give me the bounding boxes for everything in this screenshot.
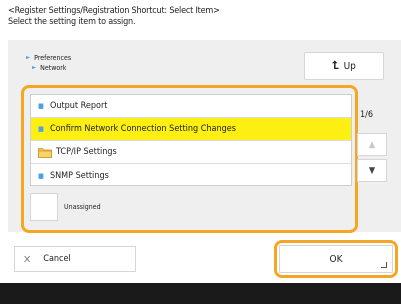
unassigned-option[interactable]: Unassigned [30,192,352,222]
breadcrumb-current-label: Network [40,64,67,72]
breadcrumb-current: ► Network [26,63,71,73]
triangle-up-icon: ▲ [368,139,376,150]
up-button[interactable]: ⮤ Up [304,52,384,80]
bottom-status-bar [0,283,401,304]
up-button-label: Up [343,60,356,72]
breadcrumb: ► Preferences ► Network [26,53,71,73]
screen-instruction: Select the setting item to assign. [8,17,136,27]
ok-button[interactable]: OK [279,245,393,273]
list-item-label: Output Report [49,101,108,111]
corner-indicator-icon [381,262,387,268]
breadcrumb-parent: ► Preferences [26,53,71,63]
folder-icon [38,147,52,158]
cancel-button-label: Cancel [43,254,71,264]
list-item-label: TCP/IP Settings [56,147,117,157]
list-item-confirm-network-connection[interactable]: ■ Confirm Network Connection Setting Cha… [31,118,351,141]
scroll-up-button[interactable]: ▲ [357,133,387,156]
list-item-tcpip-settings[interactable]: TCP/IP Settings [31,141,351,164]
breadcrumb-arrow-icon: ► [26,54,31,61]
triangle-down-icon: ▼ [368,165,376,176]
list-item-snmp-settings[interactable]: ■ SNMP Settings [31,164,351,187]
ok-button-label: OK [329,253,343,265]
list-item-label: SNMP Settings [49,170,109,181]
screen-title: <Register Settings/Registration Shortcut… [8,6,220,16]
bullet-icon: ■ [38,125,44,133]
bullet-icon: ■ [38,171,44,180]
close-icon: ✕ [23,252,32,266]
screen-header: <Register Settings/Registration Shortcut… [8,6,220,28]
breadcrumb-parent-label: Preferences [34,54,72,62]
scroll-down-button[interactable]: ▼ [357,159,387,182]
cancel-button[interactable]: ✕ Cancel [14,246,136,272]
up-arrow-icon: ⮤ [332,59,339,72]
list-item-label: Confirm Network Connection Setting Chang… [49,124,236,134]
breadcrumb-arrow-icon: ► [32,64,37,71]
page-indicator: 1/6 [360,110,374,120]
bullet-icon: ■ [38,102,44,110]
settings-list: ■ Output Report ■ Confirm Network Connec… [30,94,352,186]
unassigned-label: Unassigned [64,203,101,211]
list-item-output-report[interactable]: ■ Output Report [31,95,351,118]
unassigned-button[interactable] [30,193,58,221]
